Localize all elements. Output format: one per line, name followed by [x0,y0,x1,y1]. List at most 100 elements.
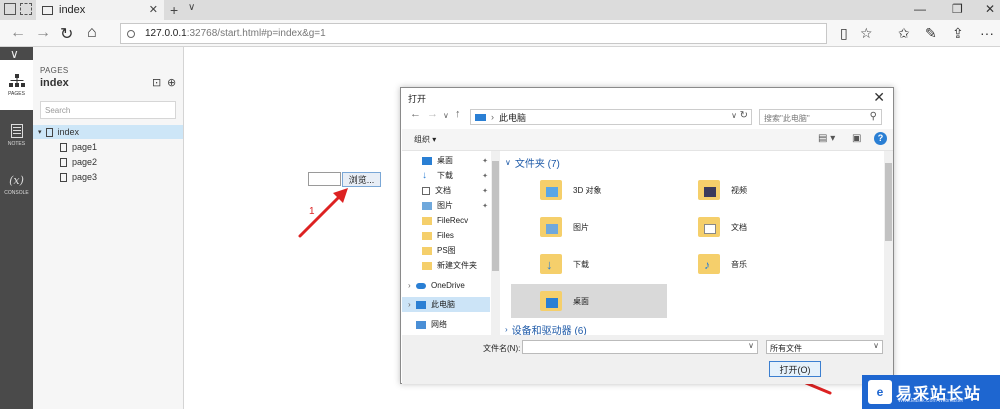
folder-label: 文档 [731,222,747,232]
folder-pictures[interactable]: 图片 [511,210,667,244]
arrow-1 [298,192,344,238]
dialog-back-icon[interactable]: ← [410,108,421,120]
nav-item-label: 文档 [435,186,451,195]
nav-item-desktop[interactable]: 桌面 ✦ [402,153,490,168]
folder-label: 图片 [573,222,589,232]
watermark-logo: e 易采站长站 Www.Easck.Com Webmaster [862,375,1000,409]
this-pc-icon [475,113,486,121]
dialog-title: 打开 [408,94,427,104]
folder-label: 视频 [731,185,747,195]
nav-item-label: FileRecv [437,216,469,225]
pictures-icon [422,201,432,210]
view-options-icon[interactable]: ▤ ▾ [818,133,835,144]
filetype-select[interactable]: 所有文件 ∨ [766,340,883,354]
up-one-level-icon[interactable]: ↑ [455,108,461,120]
nav-item-this-pc[interactable]: › 此电脑 [402,297,490,312]
filetype-dropdown-icon[interactable]: ∨ [873,341,879,350]
navigation-pane: 桌面 ✦ ↓ 下载 ✦ 文档 ✦ 图片 ✦ FileRecv Files PS图… [402,151,500,335]
nav-scrollbar-thumb[interactable] [492,161,499,271]
path-refresh-icon[interactable]: ↻ [740,110,748,121]
filename-label: 文件名(N): [483,344,521,353]
folder-video-icon [698,180,720,200]
folder-3d-objects[interactable]: 3D 对象 [511,173,667,207]
group-folders-label: 文件夹 (7) [514,159,560,170]
pin-icon: ✦ [482,157,488,165]
pin-icon: ✦ [482,187,488,195]
annotation-label-1: 1 [309,206,315,217]
folder-videos[interactable]: 视频 [669,173,825,207]
open-file-dialog: 打开 ✕ ← → ∨ ↑ › 此电脑 ∨ ↻ 搜索"此电脑" ⚲ 组织 ▾ ▤ … [400,87,894,384]
breadcrumb[interactable]: › 此电脑 ∨ ↻ [470,109,752,125]
nav-item-pictures[interactable]: 图片 ✦ [402,198,490,213]
group-folders[interactable]: ∨ 文件夹 (7) [505,155,560,170]
expand-chevron-icon[interactable]: › [408,300,411,309]
nav-item-label: Files [437,231,454,240]
filename-input[interactable]: ∨ [522,340,758,354]
folder-label: 音乐 [731,259,747,269]
folder-documents[interactable]: 文档 [669,210,825,244]
dialog-command-bar: 组织 ▾ ▤ ▾ ▣ ? [402,129,893,151]
content-scrollbar-thumb[interactable] [885,163,892,241]
folder-icon [422,231,432,240]
dialog-footer: 文件名(N): ∨ 所有文件 ∨ 打开(O) [402,335,893,384]
group-expand-icon[interactable]: › [505,325,508,334]
recent-locations-chevron-icon[interactable]: ∨ [443,111,449,120]
nav-item-label: 此电脑 [431,300,455,309]
organize-menu[interactable]: 组织 ▾ [414,134,436,145]
nav-item-label: 新建文件夹 [437,261,477,270]
watermark-subtext: Www.Easck.Com Webmaster [898,398,964,404]
this-pc-icon [416,300,426,309]
nav-item-files[interactable]: Files [402,228,490,243]
nav-item-label: PS图 [437,246,456,255]
content-scrollbar[interactable] [884,151,893,335]
path-dropdown-icon[interactable]: ∨ [731,111,737,120]
breadcrumb-this-pc[interactable]: 此电脑 [499,111,526,124]
folder-pictures-icon [540,217,562,237]
filetype-value: 所有文件 [770,344,802,353]
nav-item-label: OneDrive [431,281,465,290]
nav-item-filerecv[interactable]: FileRecv [402,213,490,228]
preview-pane-icon[interactable]: ▣ [852,133,861,144]
folder-content: ∨ 文件夹 (7) 3D 对象 视频 图片 文档 ↓ 下载 ♪ 音乐 桌面 › … [505,151,885,337]
nav-item-new-folder[interactable]: 新建文件夹 [402,258,490,273]
desktop-icon [422,156,432,165]
nav-item-downloads[interactable]: ↓ 下载 ✦ [402,168,490,183]
folder-music[interactable]: ♪ 音乐 [669,247,825,281]
folder-desktop-icon [540,291,562,311]
nav-item-documents[interactable]: 文档 ✦ [402,183,490,198]
arrow-3 [804,381,832,395]
folder-downloads[interactable]: ↓ 下载 [511,247,667,281]
folder-label: 下载 [573,259,589,269]
open-button[interactable]: 打开(O) [769,361,821,377]
nav-item-onedrive[interactable]: › OneDrive [402,278,490,293]
folder-music-icon: ♪ [698,254,720,274]
nav-item-network[interactable]: 网络 [402,317,490,332]
pin-icon: ✦ [482,202,488,210]
document-icon [422,186,430,195]
download-icon: ↓ [422,169,427,181]
help-icon[interactable]: ? [874,132,887,145]
cloud-icon [416,282,426,289]
group-collapse-icon[interactable]: ∨ [505,158,511,167]
nav-item-label: 下载 [437,171,453,180]
dialog-search-input[interactable]: 搜索"此电脑" ⚲ [759,109,882,125]
pin-icon: ✦ [482,172,488,180]
nav-item-ps[interactable]: PS图 [402,243,490,258]
folder-desktop[interactable]: 桌面 [511,284,667,318]
folder-documents-icon [698,217,720,237]
folder-3d-icon [540,180,562,200]
nav-scrollbar[interactable] [491,151,500,335]
dialog-search-placeholder: 搜索"此电脑" [764,114,810,123]
network-icon [416,320,426,329]
nav-item-label: 图片 [437,201,453,210]
expand-chevron-icon[interactable]: › [408,281,411,290]
folder-label: 3D 对象 [573,185,602,195]
folder-icon [422,261,432,270]
folder-icon [422,216,432,225]
filename-dropdown-icon[interactable]: ∨ [748,341,754,350]
dialog-close-icon[interactable]: ✕ [873,89,885,106]
dialog-forward-icon[interactable]: → [427,108,438,120]
breadcrumb-separator-icon: › [491,112,494,122]
search-icon: ⚲ [869,111,877,122]
watermark-logo-icon: e [868,380,892,404]
